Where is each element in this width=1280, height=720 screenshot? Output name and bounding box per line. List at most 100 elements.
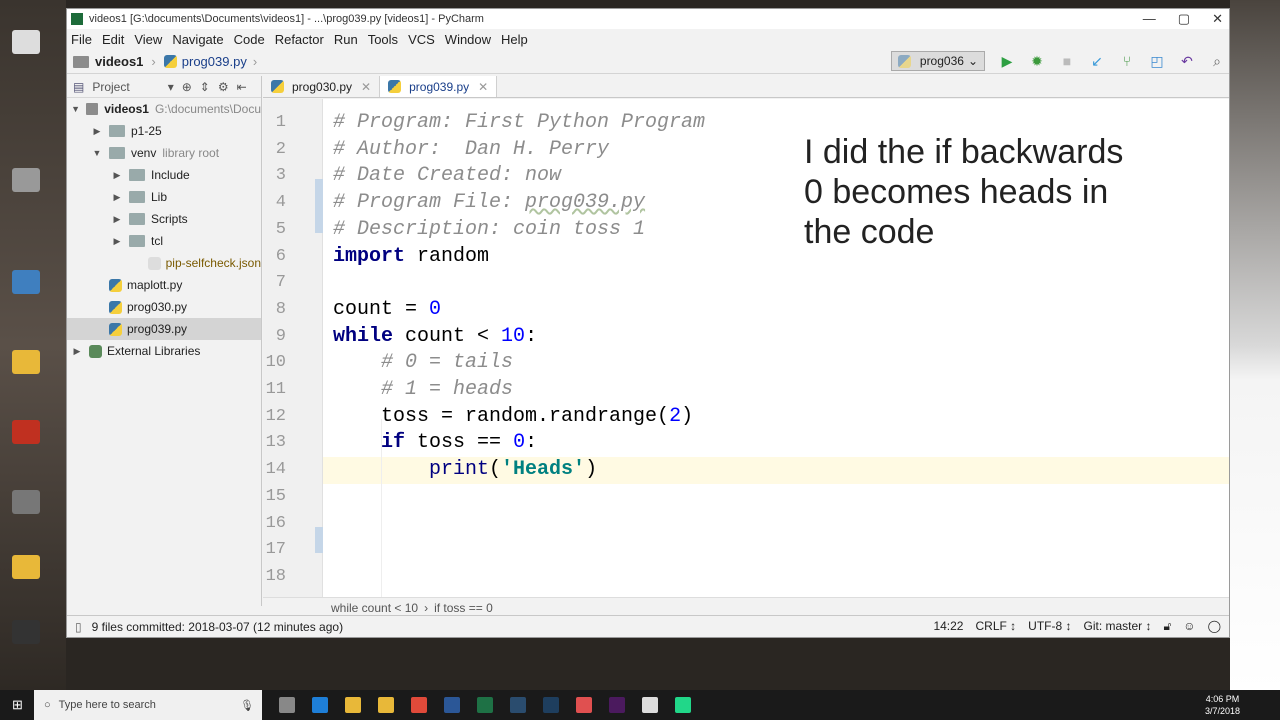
tool-window-icon[interactable]: ▯ bbox=[75, 620, 82, 634]
line-separator[interactable]: CRLF ↕ bbox=[975, 619, 1016, 634]
tree-item-label: maplott.py bbox=[127, 278, 183, 292]
cursor-position[interactable]: 14:22 bbox=[933, 619, 963, 634]
menu-code[interactable]: Code bbox=[234, 32, 265, 47]
code-token-plain: ) bbox=[681, 404, 694, 428]
run-icon[interactable]: ▶ bbox=[999, 53, 1015, 69]
menu-vcs[interactable]: VCS bbox=[408, 32, 435, 47]
chevron-right-icon[interactable]: ▶ bbox=[111, 170, 123, 181]
menu-window[interactable]: Window bbox=[445, 32, 491, 47]
chevron-right-icon[interactable]: ▶ bbox=[91, 126, 103, 137]
menu-edit[interactable]: Edit bbox=[102, 32, 124, 47]
premiere-icon[interactable] bbox=[609, 697, 625, 713]
file-explorer-icon[interactable] bbox=[345, 697, 361, 713]
desktop-icon[interactable] bbox=[12, 350, 40, 374]
code-token-comment: # 1 = heads bbox=[381, 378, 514, 401]
tree-item[interactable]: ▼ venv library root bbox=[67, 142, 261, 164]
line-number: 4 bbox=[275, 193, 286, 213]
close-tab-icon[interactable]: ✕ bbox=[478, 80, 488, 94]
desktop-icon[interactable] bbox=[12, 420, 40, 444]
nav-project[interactable]: videos1 bbox=[95, 54, 143, 69]
menu-help[interactable]: Help bbox=[501, 32, 528, 47]
project-panel-title[interactable]: Project bbox=[92, 80, 129, 94]
revert-icon[interactable]: ↶ bbox=[1179, 53, 1195, 69]
chrome-icon[interactable] bbox=[411, 697, 427, 713]
app-icon[interactable] bbox=[576, 697, 592, 713]
microphone-icon[interactable]: 🎙︎ bbox=[240, 699, 254, 712]
chevron-down-icon[interactable]: ▼ bbox=[71, 104, 80, 114]
lock-icon[interactable]: 🔓︎ bbox=[1164, 619, 1172, 634]
menu-tools[interactable]: Tools bbox=[368, 32, 398, 47]
line-number: 3 bbox=[275, 166, 286, 186]
desktop-icon[interactable] bbox=[12, 620, 40, 644]
tab-prog030-py[interactable]: prog030.py ✕ bbox=[263, 76, 381, 97]
tree-item[interactable]: ▶ Scripts bbox=[67, 208, 261, 230]
chevron-down-icon[interactable]: ▼ bbox=[91, 148, 103, 158]
git-branch[interactable]: Git: master ↕ bbox=[1084, 619, 1152, 634]
chevron-right-icon[interactable]: ▶ bbox=[111, 236, 123, 247]
taskbar-search[interactable]: ○ Type here to search 🎙︎ bbox=[34, 690, 262, 720]
tree-item[interactable]: pip-selfcheck.json bbox=[67, 252, 261, 274]
tree-item[interactable]: ▶ External Libraries bbox=[67, 340, 261, 362]
menu-file[interactable]: File bbox=[71, 32, 92, 47]
close-button[interactable]: ✕ bbox=[1212, 11, 1223, 27]
vcs-commit-icon[interactable]: ⑂ bbox=[1119, 53, 1135, 69]
stop-icon[interactable]: ■ bbox=[1059, 53, 1075, 69]
taskbar-clock[interactable]: 4:06 PM 3/7/2018 bbox=[1205, 693, 1240, 717]
hide-panel-icon[interactable]: ⇤ bbox=[237, 80, 247, 94]
tree-item[interactable]: ▶ tcl bbox=[67, 230, 261, 252]
tree-item[interactable]: ▶ Include bbox=[67, 164, 261, 186]
menu-run[interactable]: Run bbox=[334, 32, 358, 47]
tab-prog039-py[interactable]: prog039.py ✕ bbox=[380, 76, 498, 97]
collapse-icon[interactable]: ⇕ bbox=[200, 80, 210, 94]
close-tab-icon[interactable]: ✕ bbox=[361, 80, 371, 94]
desktop-icon[interactable] bbox=[12, 555, 40, 579]
dropdown-icon[interactable]: ▾ bbox=[168, 80, 174, 94]
edge-icon[interactable] bbox=[312, 697, 328, 713]
tree-item[interactable]: prog030.py bbox=[67, 296, 261, 318]
history-icon[interactable]: ◰ bbox=[1149, 53, 1165, 69]
search-icon[interactable]: ⌕ bbox=[1209, 53, 1225, 69]
desktop-icon[interactable] bbox=[12, 490, 40, 514]
chevron-right-icon[interactable]: ▶ bbox=[71, 346, 83, 357]
tree-item[interactable]: ▼ videos1 G:\documents\Docu bbox=[67, 98, 261, 120]
inspector-icon[interactable]: ☺ bbox=[1183, 619, 1195, 634]
locate-icon[interactable]: ⊕ bbox=[182, 80, 192, 94]
minimize-button[interactable]: — bbox=[1143, 11, 1156, 27]
code-line: # Description: coin toss 1 bbox=[333, 217, 645, 244]
tree-item[interactable]: maplott.py bbox=[67, 274, 261, 296]
pycharm-icon[interactable] bbox=[675, 697, 691, 713]
python-file-icon bbox=[271, 80, 284, 93]
tree-item[interactable]: ▶ Lib bbox=[67, 186, 261, 208]
word-icon[interactable] bbox=[444, 697, 460, 713]
desktop-icon[interactable] bbox=[12, 168, 40, 192]
maximize-button[interactable]: ▢ bbox=[1178, 11, 1190, 27]
code-editor[interactable]: 1 2 3 4 5 6 7 8 9 10 11 12 13 14 15 16 17 18 # Program: F… bbox=[263, 99, 1229, 597]
tree-item-label: prog039.py bbox=[127, 322, 188, 336]
event-log-icon[interactable]: ◯ bbox=[1208, 619, 1221, 634]
menu-view[interactable]: View bbox=[134, 32, 162, 47]
task-view-icon[interactable] bbox=[279, 697, 295, 713]
lightroom-icon[interactable] bbox=[510, 697, 526, 713]
tree-item[interactable]: ▶ p1-25 bbox=[67, 120, 261, 142]
run-config-select[interactable]: prog036 ⌄ bbox=[890, 51, 985, 71]
vcs-update-icon[interactable]: ↙ bbox=[1089, 53, 1105, 69]
gear-icon[interactable]: ⚙ bbox=[218, 80, 229, 94]
desktop-icon[interactable] bbox=[12, 270, 40, 294]
chevron-right-icon[interactable]: ▶ bbox=[111, 214, 123, 225]
tree-item[interactable]: prog039.py bbox=[67, 318, 261, 340]
breadcrumb-item[interactable]: if toss == 0 bbox=[434, 601, 493, 615]
excel-icon[interactable] bbox=[477, 697, 493, 713]
debug-icon[interactable]: ✹ bbox=[1029, 53, 1045, 69]
chevron-right-icon[interactable]: ▶ bbox=[111, 192, 123, 203]
nav-file[interactable]: prog039.py bbox=[182, 54, 247, 69]
file-encoding[interactable]: UTF-8 ↕ bbox=[1028, 619, 1071, 634]
desktop-icon[interactable] bbox=[12, 30, 40, 54]
notes-icon[interactable] bbox=[642, 697, 658, 713]
menu-refactor[interactable]: Refactor bbox=[275, 32, 324, 47]
code-line: import random bbox=[333, 244, 489, 271]
photoshop-icon[interactable] bbox=[543, 697, 559, 713]
store-icon[interactable] bbox=[378, 697, 394, 713]
menu-navigate[interactable]: Navigate bbox=[172, 32, 223, 47]
windows-start-icon[interactable]: ⊞ bbox=[12, 697, 23, 713]
breadcrumb-item[interactable]: while count < 10 bbox=[331, 601, 418, 615]
